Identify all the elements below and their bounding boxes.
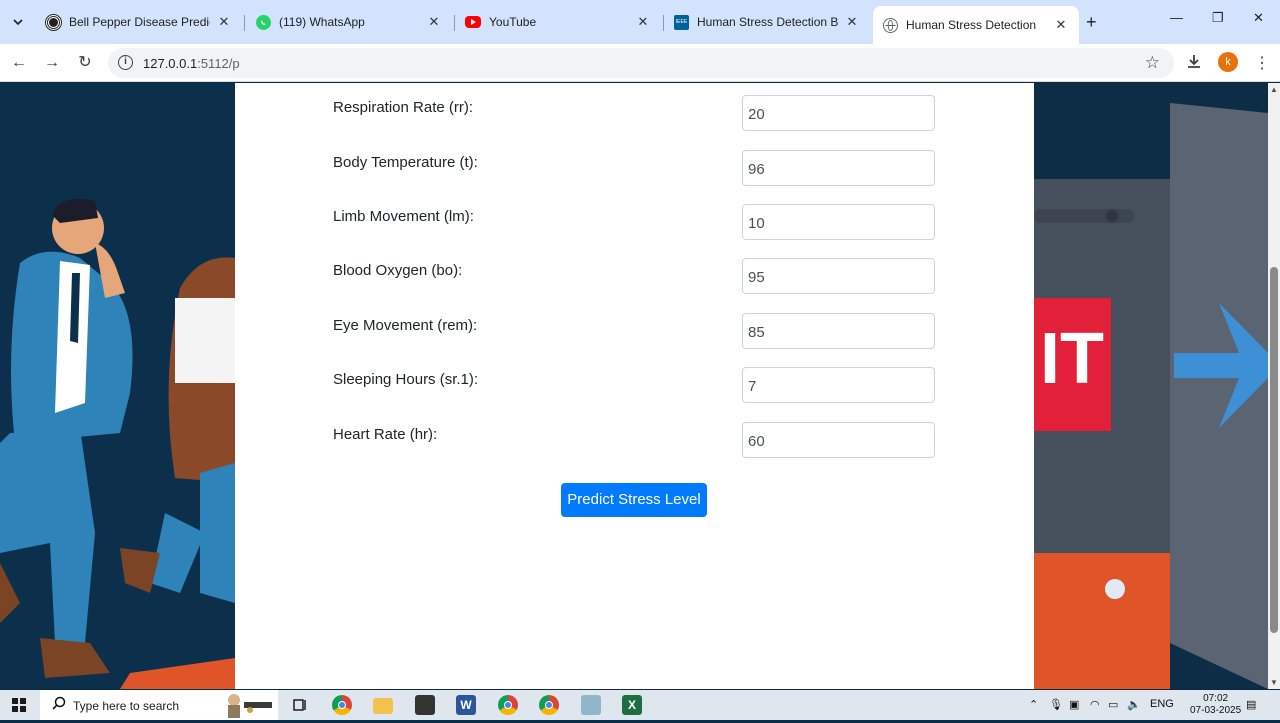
scroll-up-arrow-icon[interactable]: ▲: [1270, 85, 1278, 94]
form-row-limb-movement: Limb Movement (lm): 10: [333, 204, 935, 240]
scroll-down-arrow-icon[interactable]: ▼: [1270, 678, 1278, 687]
blood-oxygen-label: Blood Oxygen (bo):: [333, 262, 463, 279]
restore-icon[interactable]: ❐: [1212, 10, 1224, 26]
kebab-menu-icon[interactable]: ⋮: [1254, 53, 1270, 73]
form-row-respiration-rate: Respiration Rate (rr): 20: [333, 95, 935, 131]
respiration-rate-input[interactable]: 20: [742, 95, 935, 131]
search-icon: [52, 696, 66, 713]
language-indicator[interactable]: ENG: [1150, 698, 1174, 710]
close-icon[interactable]: ✕: [216, 14, 232, 30]
new-tab-plus-icon[interactable]: +: [1086, 12, 1097, 33]
heart-rate-label: Heart Rate (hr):: [333, 426, 438, 443]
taskbar-clock[interactable]: 07:02 07-03-2025: [1190, 693, 1241, 717]
close-icon[interactable]: ✕: [844, 14, 860, 30]
windows-start-icon[interactable]: [12, 698, 26, 712]
background-illustration-left: [0, 83, 235, 689]
forward-arrow-icon[interactable]: →: [41, 52, 63, 74]
form-row-eye-movement: Eye Movement (rem): 85: [333, 313, 935, 349]
volume-icon[interactable]: 🔈: [1127, 698, 1141, 711]
prediction-form-card: Respiration Rate (rr): 20 Body Temperatu…: [235, 83, 1034, 689]
sleeping-hours-input[interactable]: 7: [742, 367, 935, 403]
tab-title: Human Stress Detection Based: [697, 15, 838, 29]
heart-rate-input[interactable]: 60: [742, 422, 935, 458]
word-icon[interactable]: W: [456, 695, 476, 715]
limb-movement-label: Limb Movement (lm):: [333, 208, 474, 225]
url-text[interactable]: 127.0.0.1:5112/p: [143, 56, 240, 71]
tab-title: (119) WhatsApp: [279, 15, 365, 29]
taskbar-search-placeholder: Type here to search: [73, 699, 180, 713]
file-explorer-icon[interactable]: [373, 698, 393, 714]
tab-whatsapp[interactable]: (119) WhatsApp ✕: [246, 8, 452, 36]
tab-ieee-paper[interactable]: IEEE Human Stress Detection Based ✕: [664, 8, 870, 36]
windows-taskbar: Type here to search W X ⌃ 🎙 ▣ ◠ ▭ 🔈 ENG …: [0, 690, 1280, 720]
exit-sign-text: IT: [1040, 319, 1104, 399]
clock-date: 07-03-2025: [1190, 705, 1242, 716]
app-icon[interactable]: [581, 695, 601, 715]
form-row-sleeping-hours: Sleeping Hours (sr.1): 7: [333, 367, 935, 403]
close-icon[interactable]: ✕: [1053, 17, 1069, 33]
back-arrow-icon[interactable]: ←: [8, 52, 30, 74]
form-row-blood-oxygen: Blood Oxygen (bo): 95: [333, 258, 935, 294]
close-icon[interactable]: ✕: [426, 14, 442, 30]
chrome-second-profile-icon[interactable]: [539, 695, 559, 715]
body-temperature-input[interactable]: 96: [742, 150, 935, 186]
tab-bell-pepper[interactable]: Bell Pepper Disease Prediction ✕: [36, 8, 242, 36]
form-row-heart-rate: Heart Rate (hr): 60: [333, 422, 935, 458]
chevron-down-icon: [13, 19, 23, 26]
bookmark-star-icon[interactable]: ☆: [1145, 53, 1160, 73]
chevron-up-icon[interactable]: ⌃: [1029, 698, 1038, 711]
respiration-rate-label: Respiration Rate (rr):: [333, 99, 474, 116]
running-businessmen-illustration: [0, 83, 235, 689]
task-view-icon[interactable]: [290, 695, 310, 715]
eye-movement-label: Eye Movement (rem):: [333, 317, 478, 334]
close-icon[interactable]: ✕: [635, 14, 651, 30]
globe-icon: [883, 17, 898, 33]
eye-movement-input[interactable]: 85: [742, 313, 935, 349]
tab-title: YouTube: [489, 15, 537, 29]
youtube-icon: [465, 16, 481, 28]
form-row-body-temperature: Body Temperature (t): 96: [333, 150, 935, 186]
battery-icon[interactable]: ▭: [1108, 698, 1118, 711]
page-viewport: IT Respiration Rate (rr): 20 Body Temper…: [0, 83, 1268, 689]
page-scrollbar[interactable]: ▲ ▼: [1268, 83, 1280, 689]
reload-icon[interactable]: ↻: [74, 52, 96, 74]
target-icon: [46, 14, 61, 30]
window-close-icon[interactable]: ✕: [1253, 10, 1264, 26]
browser-tab-strip: Bell Pepper Disease Prediction ✕ (119) W…: [0, 0, 1280, 44]
url-host: 127.0.0.1: [143, 56, 198, 71]
terminal-icon[interactable]: [415, 695, 435, 715]
tab-title: Human Stress Detection: [906, 18, 1037, 32]
wifi-icon[interactable]: ◠: [1090, 698, 1100, 711]
download-icon[interactable]: [1186, 53, 1202, 74]
chrome-profile-icon[interactable]: [498, 695, 518, 715]
tab-search-button[interactable]: [8, 12, 28, 32]
scrollbar-thumb[interactable]: [1270, 267, 1278, 633]
taskbar-search-box[interactable]: Type here to search: [40, 690, 278, 720]
tab-title: Bell Pepper Disease Prediction: [69, 15, 210, 29]
profile-avatar[interactable]: k: [1218, 52, 1238, 72]
browser-toolbar: ← → ↻ i 127.0.0.1:5112/p ☆ ⋮: [0, 44, 1280, 82]
tab-separator: [244, 15, 245, 31]
address-bar[interactable]: i 127.0.0.1:5112/p ☆: [108, 48, 1174, 78]
search-highlight-illustration: [226, 692, 274, 718]
url-path: :5112/p: [197, 56, 240, 71]
minimize-icon[interactable]: —: [1170, 10, 1183, 25]
chrome-icon[interactable]: [332, 695, 352, 715]
body-temperature-label: Body Temperature (t):: [333, 154, 478, 171]
tab-human-stress-detection[interactable]: Human Stress Detection ✕: [873, 6, 1079, 44]
ieee-icon: IEEE: [674, 14, 689, 30]
excel-icon[interactable]: X: [622, 695, 642, 715]
whatsapp-icon: [256, 14, 271, 30]
blood-oxygen-input[interactable]: 95: [742, 258, 935, 294]
limb-movement-input[interactable]: 10: [742, 204, 935, 240]
notifications-icon[interactable]: ▤: [1246, 698, 1256, 711]
microphone-icon[interactable]: 🎙: [1049, 698, 1063, 711]
network-icon[interactable]: ▣: [1069, 698, 1079, 711]
background-illustration-right: IT: [1034, 83, 1268, 689]
sleeping-hours-label: Sleeping Hours (sr.1):: [333, 371, 479, 388]
clock-time: 07:02: [1203, 693, 1229, 704]
site-info-icon[interactable]: i: [118, 55, 133, 70]
predict-stress-level-button[interactable]: Predict Stress Level: [561, 483, 707, 517]
tab-youtube[interactable]: YouTube ✕: [455, 8, 661, 36]
